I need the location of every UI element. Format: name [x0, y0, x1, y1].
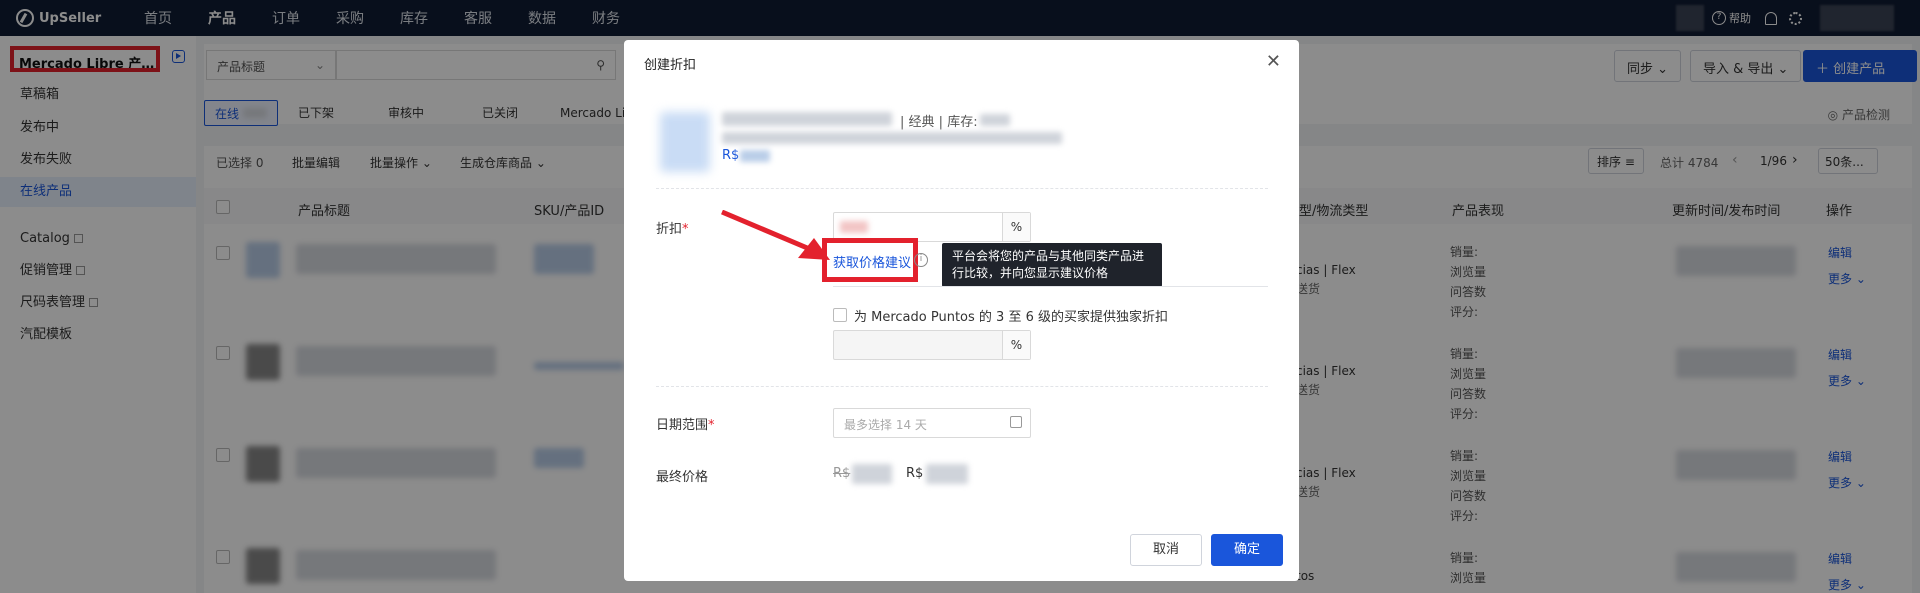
divider — [833, 286, 1268, 287]
original-price-currency: R$ — [833, 466, 851, 481]
cancel-button[interactable]: 取消 — [1130, 534, 1202, 566]
arrow-shaft — [721, 210, 813, 253]
get-price-suggestion-link[interactable]: 获取价格建议 — [833, 252, 911, 271]
final-price-label: 最终价格 — [656, 470, 709, 485]
product-image — [660, 112, 710, 172]
divider — [656, 188, 1268, 189]
listing-type: | 经典 | 库存: — [900, 115, 978, 130]
final-price: R$ — [906, 466, 923, 481]
price-currency: R$ — [722, 148, 740, 163]
product-price: R$ — [722, 148, 739, 163]
date-range-picker[interactable]: 最多选择 14 天 — [833, 408, 1031, 438]
price-value — [740, 150, 770, 162]
date-range-label: 日期范围* — [656, 418, 715, 433]
listing-type-label: 经典 — [908, 115, 935, 130]
percent-suffix: % — [1002, 213, 1030, 241]
product-subtitle — [722, 132, 1062, 144]
price-suggestion-tooltip: 平台会将您的产品与其他同类产品进行比较，并向您显示建议价格 — [942, 243, 1162, 287]
mercado-puntos-label: 为 Mercado Puntos 的 3 至 6 级的买家提供独家折扣 — [854, 310, 1168, 325]
info-icon[interactable]: i — [914, 253, 928, 267]
final-price-value — [926, 464, 968, 484]
calendar-icon — [1010, 416, 1022, 428]
modal-title: 创建折扣 — [644, 58, 697, 73]
product-name — [722, 112, 892, 126]
create-discount-modal: 创建折扣 ✕ | 经典 | 库存: R$ 折扣* % 获取价格建议 i 平台会将… — [624, 40, 1299, 581]
confirm-button[interactable]: 确定 — [1211, 534, 1283, 566]
original-price: R$ — [833, 466, 850, 481]
discount-label: 折扣* — [656, 222, 689, 237]
final-price-currency: R$ — [906, 466, 924, 481]
stock-label: 库存: — [947, 115, 978, 130]
original-price-value — [852, 464, 892, 484]
date-placeholder: 最多选择 14 天 — [844, 418, 927, 432]
date-range-label-text: 日期范围 — [656, 418, 709, 433]
stock-value — [980, 114, 1010, 126]
close-icon[interactable]: ✕ — [1266, 53, 1281, 71]
percent-suffix: % — [1002, 331, 1030, 359]
puntos-discount-input[interactable]: % — [833, 330, 1031, 360]
mercado-puntos-checkbox[interactable] — [833, 308, 847, 322]
discount-label-text: 折扣 — [656, 222, 683, 237]
divider — [656, 386, 1268, 387]
discount-value — [840, 221, 868, 233]
